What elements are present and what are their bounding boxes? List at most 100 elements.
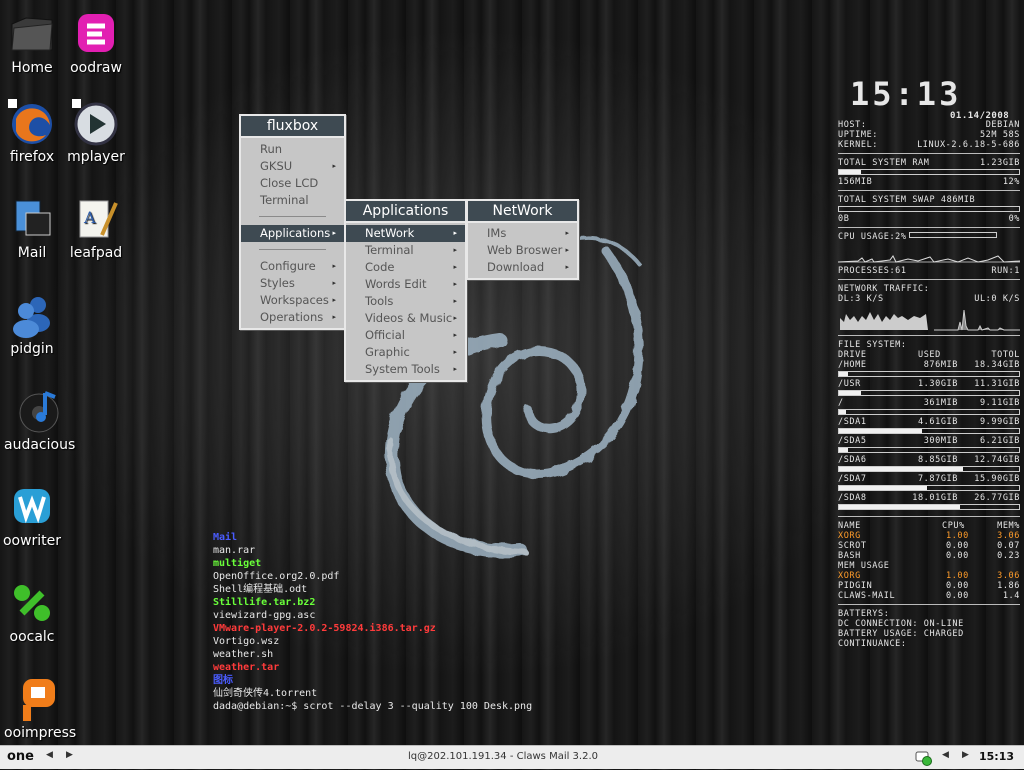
ram-usage-row: 156MIB 12% — [838, 177, 1020, 187]
terminal-line: weather.tar — [213, 662, 280, 673]
kernel-row: KERNEL: LINUX-2.6.18-5-686 — [838, 140, 1020, 150]
cpu-bar — [908, 232, 997, 238]
terminal-line: OpenOffice.org2.0.pdf — [213, 571, 340, 582]
terminal-line: viewizard-gpg.asc — [213, 610, 316, 621]
menu-item-run[interactable]: Run — [241, 141, 344, 158]
fs-usage-bar — [838, 409, 1020, 415]
ram-bar-fill — [839, 170, 861, 174]
submenu-arrow-icon: ▸ — [332, 279, 336, 287]
menu-item-official[interactable]: Official ▸ — [346, 327, 465, 344]
fs-row: /SDA1 4.61GIB 9.99GIB — [838, 417, 1020, 427]
fs-usage-bar — [838, 428, 1020, 434]
workspace-name[interactable]: one — [7, 749, 34, 764]
process-row: CLAWS-MAIL 0.00 1.4 — [838, 591, 1020, 601]
menu-item-operations[interactable]: Operations ▸ — [241, 309, 344, 326]
process-row: SCROT 0.00 0.07 — [838, 541, 1020, 551]
terminal-line: Stilllife.tar.bz2 — [213, 597, 316, 608]
menu-item-ims[interactable]: IMs ▸ — [468, 225, 577, 242]
menu-separator — [259, 249, 326, 250]
workspace-prev-icon[interactable]: ◀ — [46, 750, 53, 760]
process-list-cpu: XORG 1.00 3.06 SCROT 0.00 0.07 BASH 0.00 0.23 — [838, 531, 1020, 561]
menu-separator — [259, 216, 326, 217]
menu-item-terminal[interactable]: Terminal ▸ — [346, 242, 465, 259]
desktop-icon-mplayer[interactable]: mplayer — [61, 99, 131, 165]
desktop-icon-mail[interactable]: Mail — [0, 195, 67, 261]
terminal-output: Mail man.rar multiget OpenOffice.org2.0.… — [213, 531, 532, 713]
menu-item-tools[interactable]: Tools ▸ — [346, 293, 465, 310]
menu-title: Applications — [346, 201, 465, 223]
fs-row: /SDA7 7.87GIB 15.90GIB — [838, 474, 1020, 484]
conky-clock: 15:13 01.14/2008 — [850, 76, 1024, 121]
desktop-icon-label: mplayer — [67, 149, 125, 165]
cpu-graph — [837, 242, 1021, 266]
fs-usage-bar-fill — [839, 505, 960, 509]
menu-item-gksu[interactable]: GKSU ▸ — [241, 158, 344, 175]
net-speed-row: DL:3 K/S UL:0 K/S — [838, 294, 1020, 304]
draw-icon — [72, 10, 120, 58]
fs-list: /HOME 876MIB 18.34GIB/USR 1.30GIB 11.31GIB/3… — [838, 360, 1020, 510]
desktop-icon-firefox[interactable]: firefox — [0, 99, 67, 165]
desktop-icon-audacious[interactable]: audacious — [4, 387, 75, 453]
desktop-icon-leafpad[interactable]: A leafpad — [61, 195, 131, 261]
menu-item-styles[interactable]: Styles ▸ — [241, 275, 344, 292]
pidgin-icon — [8, 291, 56, 339]
menu-item-download[interactable]: Download ▸ — [468, 259, 577, 276]
fs-usage-bar-fill — [839, 448, 848, 452]
fs-usage-bar — [838, 504, 1020, 510]
menu-title: fluxbox — [241, 116, 344, 138]
submenu-arrow-icon: ▸ — [332, 296, 336, 304]
terminal-line: multiget — [213, 558, 262, 569]
dc-connection: DC CONNECTION: ON-LINE — [838, 619, 964, 629]
conky-monitor: 15:13 01.14/2008 HOST: DEBIAN UPTIME: 52M … — [837, 76, 1021, 649]
desktop-icon-pidgin[interactable]: pidgin — [0, 291, 67, 357]
fs-usage-bar — [838, 371, 1020, 377]
terminal-line: Shell编程基础.odt — [213, 584, 308, 595]
desktop-icon-oodraw[interactable]: oodraw — [61, 10, 131, 76]
fluxbox-toolbar: one ◀ ▶ lq@202.101.191.34 - Claws Mail 3… — [0, 745, 1024, 769]
desktop-icon-ooimpress[interactable]: ooimpress — [4, 675, 76, 741]
menu-item-network[interactable]: NetWork ▸ — [346, 225, 465, 242]
menu-item-code[interactable]: Code ▸ — [346, 259, 465, 276]
toolbar-clock: 15:13 — [978, 750, 1014, 763]
taskbar-window-title[interactable]: lq@202.101.191.34 - Claws Mail 3.2.0 — [408, 751, 598, 762]
menu-item-videos-music[interactable]: Videos & Music ▸ — [346, 310, 465, 327]
menu-item-terminal[interactable]: Terminal — [241, 192, 344, 209]
leafpad-icon: A — [72, 195, 120, 243]
menu-item-close-lcd[interactable]: Close LCD — [241, 175, 344, 192]
process-row: BASH 0.00 0.23 — [838, 551, 1020, 561]
fs-row: /HOME 876MIB 18.34GIB — [838, 360, 1020, 370]
divider — [838, 190, 1020, 191]
fs-usage-bar-fill — [839, 410, 847, 414]
fs-usage-bar-fill — [839, 429, 922, 433]
net-label-row: NETWORK TRAFFIC: — [838, 284, 930, 294]
tray-chat-icon[interactable] — [915, 750, 933, 770]
conky-date: 01.14/2008 — [950, 111, 1010, 121]
divider — [838, 335, 1020, 336]
menu-item-system-tools[interactable]: System Tools ▸ — [346, 361, 465, 378]
menu-item-web-browser[interactable]: Web Broswer ▸ — [468, 242, 577, 259]
menu-item-words-edit[interactable]: Words Edit ▸ — [346, 276, 465, 293]
desktop-icon-label: leafpad — [69, 245, 123, 261]
menu-item-applications[interactable]: Applications ▸ — [241, 225, 344, 242]
fs-row: /USR 1.30GIB 11.31GIB — [838, 379, 1020, 389]
root-menu: fluxbox Run GKSU ▸ Close LCD Terminal App… — [239, 114, 346, 330]
desktop-icon-oowriter[interactable]: oowriter — [0, 483, 67, 549]
terminal-line: Vortigo.wsz — [213, 636, 280, 647]
submenu-arrow-icon: ▸ — [332, 313, 336, 321]
desktop-icon-label: Home — [11, 60, 53, 76]
fs-row: /SDA8 18.01GIB 26.77GIB — [838, 493, 1020, 503]
desktop-icon-oocalc[interactable]: oocalc — [0, 579, 67, 645]
desktop-icon-home[interactable]: Home — [0, 10, 67, 76]
submenu-arrow-icon: ▸ — [565, 263, 569, 271]
impress-icon — [15, 675, 63, 723]
divider — [838, 153, 1020, 154]
menu-item-workspaces[interactable]: Workspaces ▸ — [241, 292, 344, 309]
menu-title: NetWork — [468, 201, 577, 223]
menu-item-graphic[interactable]: Graphic ▸ — [346, 344, 465, 361]
menu-item-configure[interactable]: Configure ▸ — [241, 258, 344, 275]
audacious-icon — [15, 387, 63, 435]
swap-usage-row: 0B 0% — [838, 214, 1020, 224]
window-next-icon[interactable]: ▶ — [962, 750, 969, 760]
workspace-next-icon[interactable]: ▶ — [66, 750, 73, 760]
window-prev-icon[interactable]: ◀ — [942, 750, 949, 760]
